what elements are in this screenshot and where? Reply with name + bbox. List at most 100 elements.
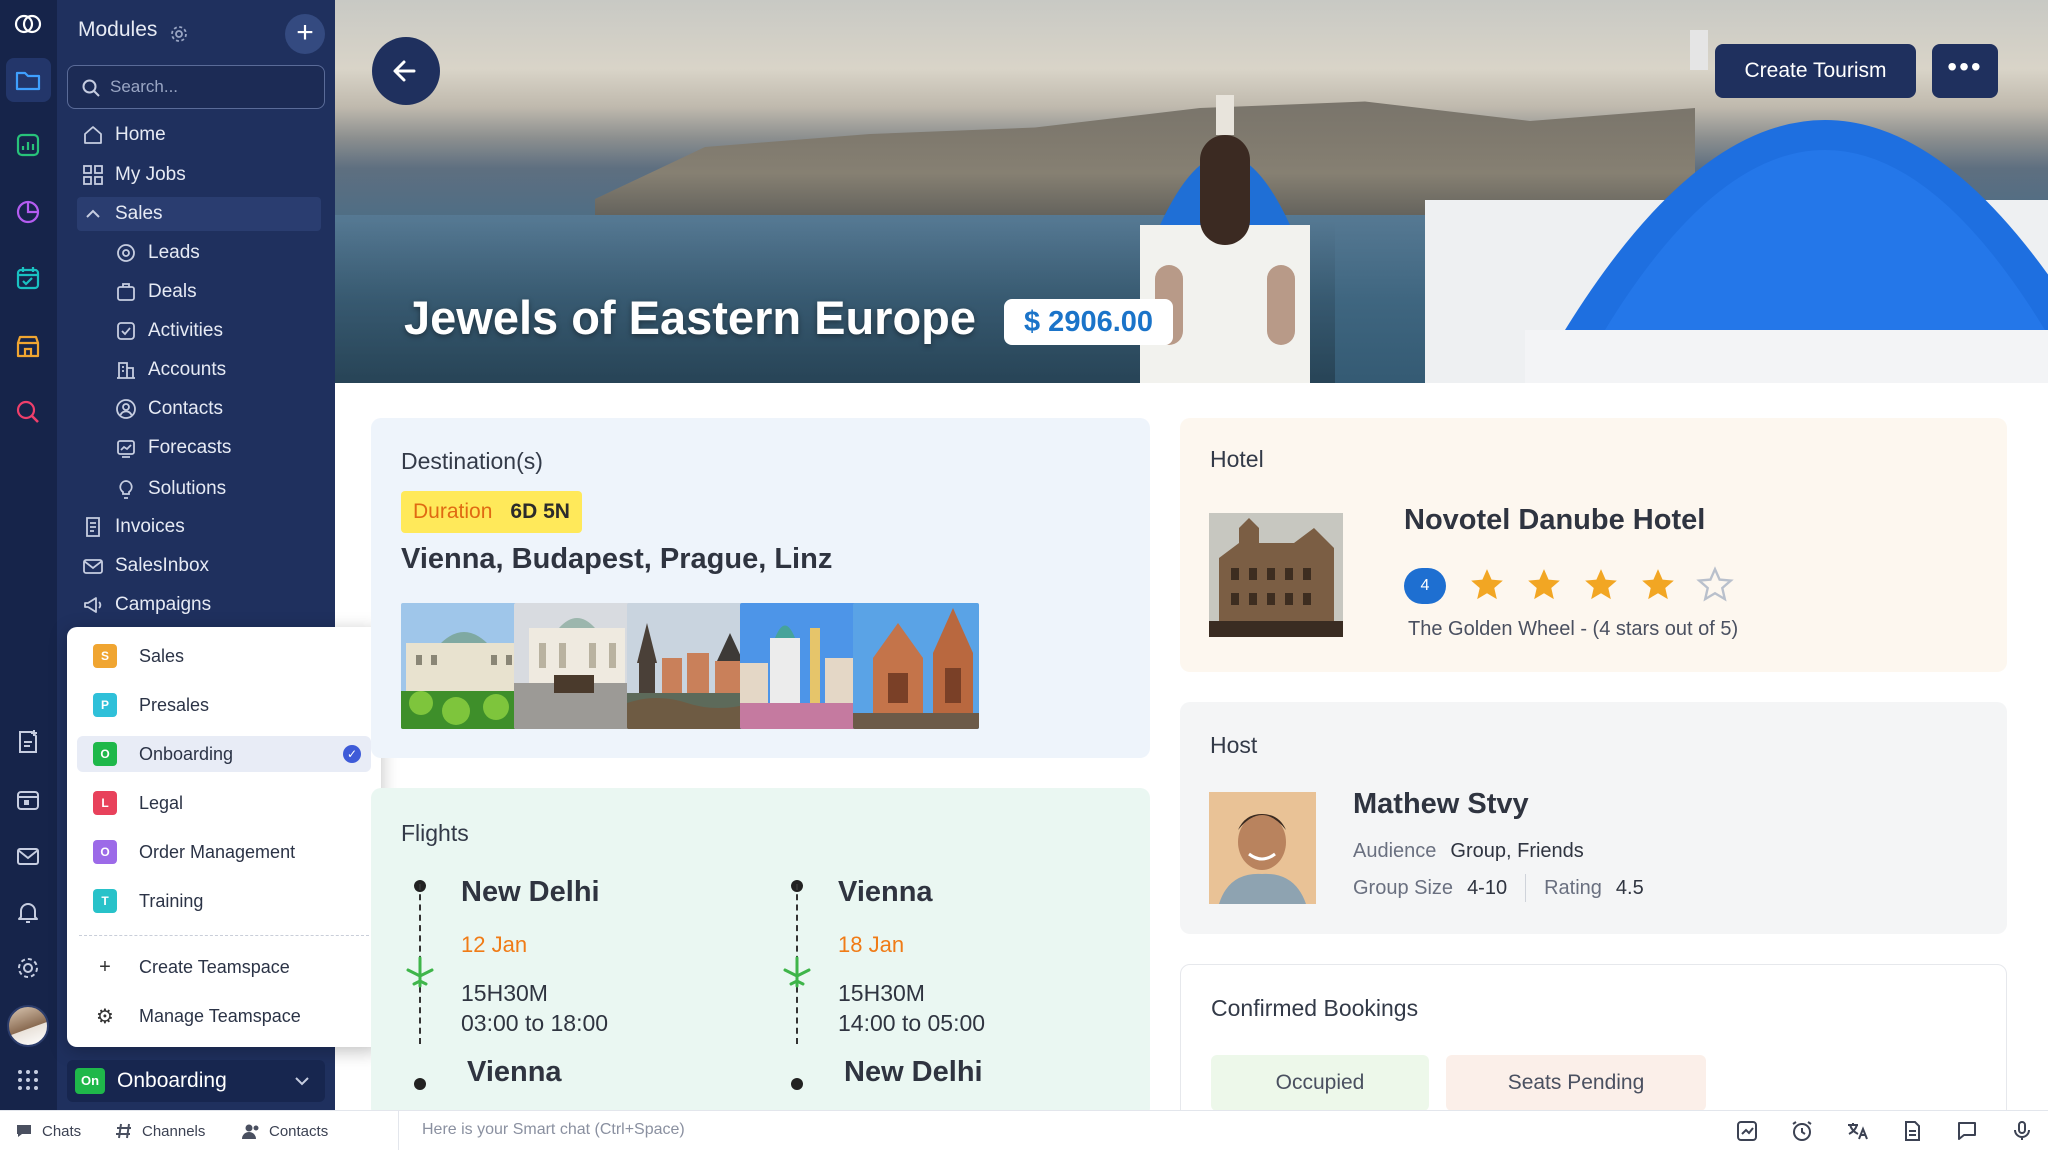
host-audience-row: Audience Group, Friends [1353,840,1602,863]
group-size-value: 4-10 [1467,876,1508,899]
gear-icon: ⚙ [96,1005,114,1028]
chevron-down-icon [295,1077,309,1086]
bell-icon[interactable] [14,898,42,926]
add-note-icon[interactable] [14,728,42,756]
avatar[interactable] [7,1005,49,1047]
teamspace-badge: P [93,693,117,717]
chats-tab[interactable]: Chats [14,1111,81,1150]
star-filled-icon [1585,569,1617,600]
document-icon[interactable] [1900,1119,1924,1143]
sidebar-item-sales[interactable]: Sales [77,197,321,231]
occupied-tag[interactable]: Occupied [1211,1055,1429,1111]
teamspace-option-training[interactable]: T Training [77,883,371,919]
airplane-icon [406,956,434,988]
sidebar-item-contacts[interactable]: Contacts [114,392,223,426]
hotel-rating-description: The Golden Wheel - (4 stars out of 5) [1408,618,1739,640]
alarm-icon[interactable] [1790,1119,1814,1143]
manage-teamspace-button[interactable]: ⚙ Manage Teamspace [77,998,301,1034]
sidebar-item-label: Campaigns [115,594,212,615]
sidebar-item-label: Invoices [115,516,185,537]
destination-photo-prague[interactable] [627,603,753,729]
star-filled-icon [1642,569,1674,600]
host-photo[interactable] [1209,792,1316,904]
destination-photo-vienna[interactable] [401,603,527,729]
sidebar-item-solutions[interactable]: Solutions [114,472,226,506]
create-teamspace-label: Create Teamspace [139,956,290,977]
create-tourism-button[interactable]: Create Tourism [1715,44,1916,98]
mail-icon[interactable] [14,842,42,870]
teamspace-option-onboarding[interactable]: O Onboarding ✓ [77,736,371,772]
calendar-small-icon[interactable] [14,786,42,814]
audience-value: Group, Friends [1450,840,1584,862]
sidebar-item-accounts[interactable]: Accounts [114,353,226,387]
teamspace-current-label: Onboarding [117,1069,227,1092]
hotel-rating-badge: 4 [1404,568,1446,604]
search-input[interactable] [110,75,310,99]
sidebar-item-forecasts[interactable]: Forecasts [114,431,231,465]
flight-leg: Vienna 18 Jan 15H30M 14:00 to 05:00 New … [748,788,1108,1118]
sidebar-item-leads[interactable]: Leads [114,236,200,270]
teamspace-option-order-management[interactable]: O Order Management [77,834,371,870]
channels-tab[interactable]: Channels [114,1111,205,1150]
search-analytics-icon[interactable] [14,398,42,426]
arrow-left-icon [393,60,416,82]
translate-icon[interactable] [1845,1119,1869,1143]
settings-icon[interactable] [14,954,42,982]
accounts-icon [114,358,138,382]
hotel-name: Novotel Danube Hotel [1404,504,1706,536]
chart-icon[interactable] [14,131,42,159]
analytics-icon[interactable] [1735,1119,1759,1143]
row-divider [1525,874,1527,902]
host-title: Host [1210,732,1258,758]
teamspace-option-legal[interactable]: L Legal [77,785,371,821]
contacts-tab[interactable]: Contacts [241,1111,328,1150]
flight-destination: Vienna [467,1056,562,1088]
contacts-icon [114,397,138,421]
duration-badge: Duration 6D 5N [401,491,582,533]
pie-icon[interactable] [14,198,42,226]
store-icon[interactable] [14,332,42,360]
comment-icon[interactable] [1955,1119,1979,1143]
sidebar-item-my-jobs[interactable]: My Jobs [81,158,186,192]
sidebar-item-label: Deals [148,281,197,302]
smart-chat-input[interactable]: Here is your Smart chat (Ctrl+Space) [422,1121,685,1139]
leads-icon [114,241,138,265]
teamspace-option-sales[interactable]: S Sales [77,638,371,674]
teamspace-badge: O [93,742,117,766]
sidebar-item-invoices[interactable]: Invoices [81,510,185,544]
hotel-photo[interactable] [1209,513,1343,637]
flight-destination: New Delhi [844,1056,983,1088]
chat-icon [17,1125,31,1137]
sidebar-item-deals[interactable]: Deals [114,275,197,309]
sidebar-item-campaigns[interactable]: Campaigns [81,588,211,622]
rating-label: Rating [1544,876,1602,899]
folder-icon[interactable] [14,66,42,94]
teamspace-option-presales[interactable]: P Presales [77,687,371,723]
destination-photo-linz[interactable] [740,603,866,729]
sidebar-item-home[interactable]: Home [81,118,166,152]
more-options-button[interactable]: ••• [1932,44,1998,98]
dropdown-divider [79,935,369,936]
destination-photo-budapest[interactable] [853,603,979,729]
calendar-icon[interactable] [14,264,42,292]
gear-icon[interactable] [169,24,189,44]
back-button[interactable] [372,37,440,105]
invoice-icon [81,515,105,539]
destination-photo-hofburg[interactable] [514,603,640,729]
contacts-label: Contacts [269,1122,329,1140]
apps-grid-icon[interactable] [14,1066,42,1094]
hotel-title: Hotel [1210,446,1264,472]
sidebar-item-salesinbox[interactable]: SalesInbox [81,549,209,583]
microphone-icon[interactable] [2010,1119,2034,1143]
flights-card: Flights New Delhi 12 Jan 15H30M 03:00 to… [371,788,1150,1118]
teamspace-label: Onboarding [139,743,234,764]
teamspace-switcher[interactable]: On Onboarding [67,1060,325,1102]
flight-duration: 15H30M [461,980,548,1006]
seats-pending-tag[interactable]: Seats Pending [1446,1055,1706,1111]
add-module-button[interactable]: + [285,14,325,54]
sidebar-item-activities[interactable]: Activities [114,314,223,348]
create-teamspace-button[interactable]: + Create Teamspace [77,949,290,985]
logo-icon[interactable] [14,10,42,38]
destination-cities: Vienna, Budapest, Prague, Linz [401,543,833,575]
destination-card: Destination(s) Duration 6D 5N Vienna, Bu… [371,418,1150,758]
